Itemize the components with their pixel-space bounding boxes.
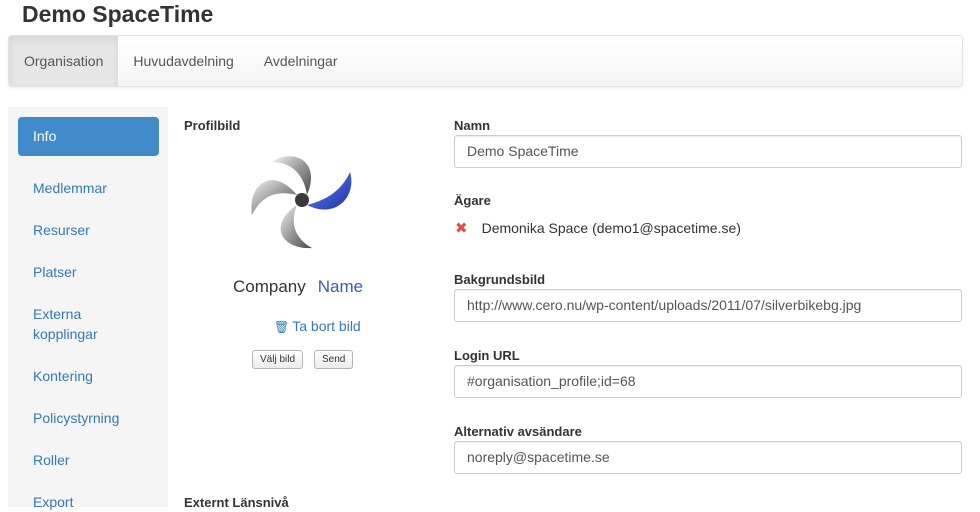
sidebar-item-medlemmar[interactable]: Medlemmar [18, 178, 159, 198]
owner-label: Ägare [454, 193, 491, 208]
background-image-field[interactable]: http://www.cero.nu/wp-content/uploads/20… [454, 289, 962, 322]
sidebar-item-policystyrning[interactable]: Policystyrning [18, 408, 159, 428]
logo-wordmark: Company Name [233, 277, 363, 297]
tab-organisation[interactable]: Organisation [9, 36, 119, 86]
page-title: Demo SpaceTime [22, 1, 214, 27]
name-field[interactable]: Demo SpaceTime [454, 135, 962, 168]
logo-name-text: Name [317, 277, 364, 296]
sidebar-item-resurser[interactable]: Resurser [18, 220, 159, 240]
remove-owner-icon[interactable]: ✖ [455, 220, 468, 237]
owner-value: Demonika Space (demo1@spacetime.se) [481, 220, 741, 236]
login-url-field[interactable]: #organisation_profile;id=68 [454, 365, 962, 398]
logo-company-text: Company [233, 277, 306, 296]
sidebar-item-kontering[interactable]: Kontering [18, 366, 159, 386]
owner-row: ✖ Demonika Space (demo1@spacetime.se) [455, 219, 741, 237]
sidebar-item-platser[interactable]: Platser [18, 262, 159, 282]
swirl-logo-icon [251, 156, 352, 249]
sidebar-item-export[interactable]: Export [18, 492, 159, 512]
name-label: Namn [454, 118, 491, 133]
trash-icon: 🗑 [274, 320, 290, 334]
choose-image-button[interactable]: Välj bild [252, 350, 304, 369]
background-image-label: Bakgrundsbild [454, 272, 546, 287]
tab-avdelningar[interactable]: Avdelningar [249, 36, 353, 86]
alternative-sender-label: Alternativ avsändare [454, 424, 582, 439]
send-button[interactable]: Send [314, 350, 354, 369]
sidebar: Info Medlemmar Resurser Platser Externa … [8, 107, 168, 510]
tab-huvudavdelning[interactable]: Huvudavdelning [118, 36, 248, 86]
alternative-sender-field[interactable]: noreply@spacetime.se [454, 441, 962, 474]
profile-image-label: Profilbild [184, 118, 241, 133]
sidebar-item-info[interactable]: Info [18, 117, 159, 156]
top-nav-bar: Organisation Huvudavdelning Avdelningar [8, 35, 963, 87]
sidebar-item-roller[interactable]: Roller [18, 450, 159, 470]
sidebar-item-externa-kopplingar[interactable]: Externa kopplingar [18, 304, 138, 344]
login-url-label: Login URL [454, 348, 520, 363]
remove-image-label: Ta bort bild [292, 318, 361, 334]
remove-image-link[interactable]: 🗑 Ta bort bild [274, 318, 361, 334]
